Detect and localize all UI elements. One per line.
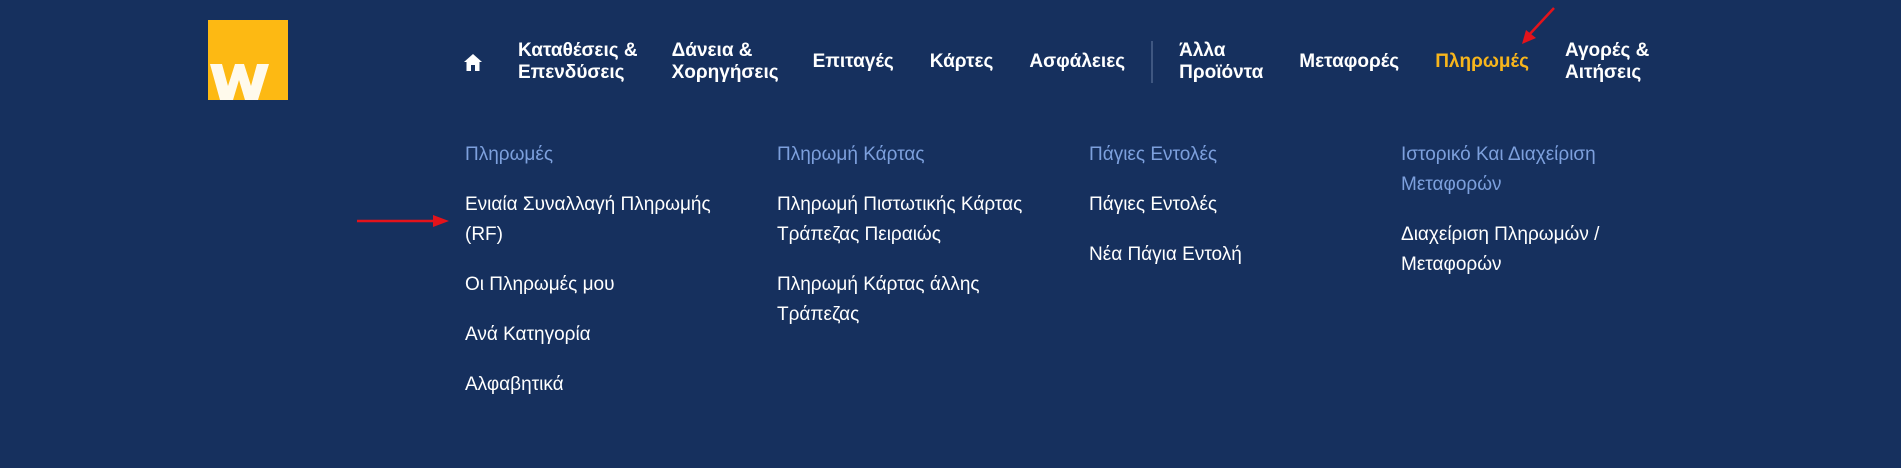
menu-column-heading: Πληρωμές: [465, 144, 554, 165]
nav-item-label: Καταθέσεις &: [518, 40, 638, 61]
menu-link-label: Αλφαβητικά: [465, 374, 564, 395]
menu-link-label: Τράπεζας: [777, 304, 860, 325]
menu-link-label: Νέα Πάγια Εντολή: [1089, 244, 1242, 265]
annotation-arrow-icon: [357, 215, 449, 227]
nav-item-label: Δάνεια &: [671, 40, 753, 61]
menu-link-label: Ενιαία Συναλλαγή Πληρωμής: [465, 194, 711, 215]
nav-item-label: Επενδύσεις: [518, 62, 625, 83]
menu-link-label: Διαχείριση Πληρωμών /: [1401, 224, 1600, 245]
nav-item-label: Μεταφορές: [1299, 51, 1400, 72]
menu-link-label: Οι Πληρωμές μου: [465, 274, 615, 295]
menu-link-my-payments[interactable]: Οι Πληρωμές μου: [465, 270, 745, 300]
nav-item-purchases-requests[interactable]: Αγορές & Αιτήσεις: [1565, 40, 1649, 84]
nav-item-deposits[interactable]: Καταθέσεις & Επενδύσεις: [518, 40, 638, 84]
nav-item-label: Πληρωμές: [1435, 51, 1529, 72]
main-navigation: Καταθέσεις & Επενδύσεις Δάνεια & Χορηγήσ…: [464, 37, 1649, 87]
menu-link-by-category[interactable]: Ανά Κατηγορία: [465, 320, 745, 350]
nav-item-insurance[interactable]: Ασφάλειες: [1029, 51, 1125, 73]
nav-item-label: Προϊόντα: [1179, 62, 1264, 83]
menu-link-label: Ανά Κατηγορία: [465, 324, 591, 345]
nav-item-transfers[interactable]: Μεταφορές: [1299, 51, 1399, 73]
nav-item-label: Επιταγές: [812, 51, 894, 72]
menu-link-manage-payments-transfers[interactable]: Διαχείριση Πληρωμών / Μεταφορών: [1401, 220, 1651, 280]
nav-item-loans[interactable]: Δάνεια & Χορηγήσεις: [672, 40, 779, 84]
nav-item-label: Αιτήσεις: [1564, 62, 1642, 83]
nav-divider: [1151, 41, 1154, 83]
menu-link-label: (RF): [465, 224, 503, 245]
menu-column-heading: Ιστορικό Και Διαχείριση Μεταφορών: [1401, 140, 1713, 200]
nav-item-label: Κάρτες: [929, 51, 994, 72]
menu-link-label: Πληρωμή Κάρτας άλλης: [777, 274, 980, 295]
menu-column-payments: Πληρωμές Ενιαία Συναλλαγή Πληρωμής (RF) …: [465, 140, 777, 420]
menu-link-label: Μεταφορών: [1401, 254, 1502, 275]
menu-link-label: Πάγιες Εντολές: [1089, 194, 1218, 215]
menu-link-piraeus-credit-card-payment[interactable]: Πληρωμή Πιστωτικής Κάρτας Τράπεζας Πειρα…: [777, 190, 1077, 250]
nav-item-payments[interactable]: Πληρωμές: [1435, 51, 1529, 73]
menu-column-history-management: Ιστορικό Και Διαχείριση Μεταφορών Διαχεί…: [1401, 140, 1713, 420]
menu-link-label: Τράπεζας Πειραιώς: [777, 224, 941, 245]
home-icon[interactable]: [464, 53, 482, 71]
menu-column-standing-orders: Πάγιες Εντολές Πάγιες Εντολές Νέα Πάγια …: [1089, 140, 1401, 420]
nav-item-label: Ασφάλειες: [1029, 51, 1126, 72]
nav-item-label: Χορηγήσεις: [671, 62, 779, 83]
menu-link-standing-orders[interactable]: Πάγιες Εντολές: [1089, 190, 1401, 220]
nav-item-cheques[interactable]: Επιταγές: [813, 51, 894, 73]
menu-link-alphabetical[interactable]: Αλφαβητικά: [465, 370, 745, 400]
nav-item-label: Άλλα: [1179, 40, 1226, 61]
menu-link-other-bank-card-payment[interactable]: Πληρωμή Κάρτας άλλης Τράπεζας: [777, 270, 1077, 330]
menu-heading-line: Μεταφορών: [1401, 174, 1502, 195]
nav-item-label: Αγορές &: [1564, 40, 1650, 61]
nav-item-cards[interactable]: Κάρτες: [930, 51, 994, 73]
nav-item-other-products[interactable]: Άλλα Προϊόντα: [1179, 40, 1263, 84]
menu-link-label: Πληρωμή Πιστωτικής Κάρτας: [777, 194, 1023, 215]
annotation-arrow-icon: [1522, 7, 1555, 44]
payments-mega-menu: Πληρωμές Ενιαία Συναλλαγή Πληρωμής (RF) …: [465, 140, 1713, 420]
brand-logo[interactable]: [208, 20, 288, 100]
menu-link-new-standing-order[interactable]: Νέα Πάγια Εντολή: [1089, 240, 1401, 270]
menu-column-heading: Πληρωμή Κάρτας: [777, 144, 925, 165]
menu-column-heading: Πάγιες Εντολές: [1089, 144, 1218, 165]
menu-column-card-payment: Πληρωμή Κάρτας Πληρωμή Πιστωτικής Κάρτας…: [777, 140, 1089, 420]
logo-w-icon: [210, 64, 269, 100]
menu-heading-line: Ιστορικό Και Διαχείριση: [1401, 144, 1596, 165]
menu-link-unified-payment-rf[interactable]: Ενιαία Συναλλαγή Πληρωμής (RF): [465, 190, 745, 250]
